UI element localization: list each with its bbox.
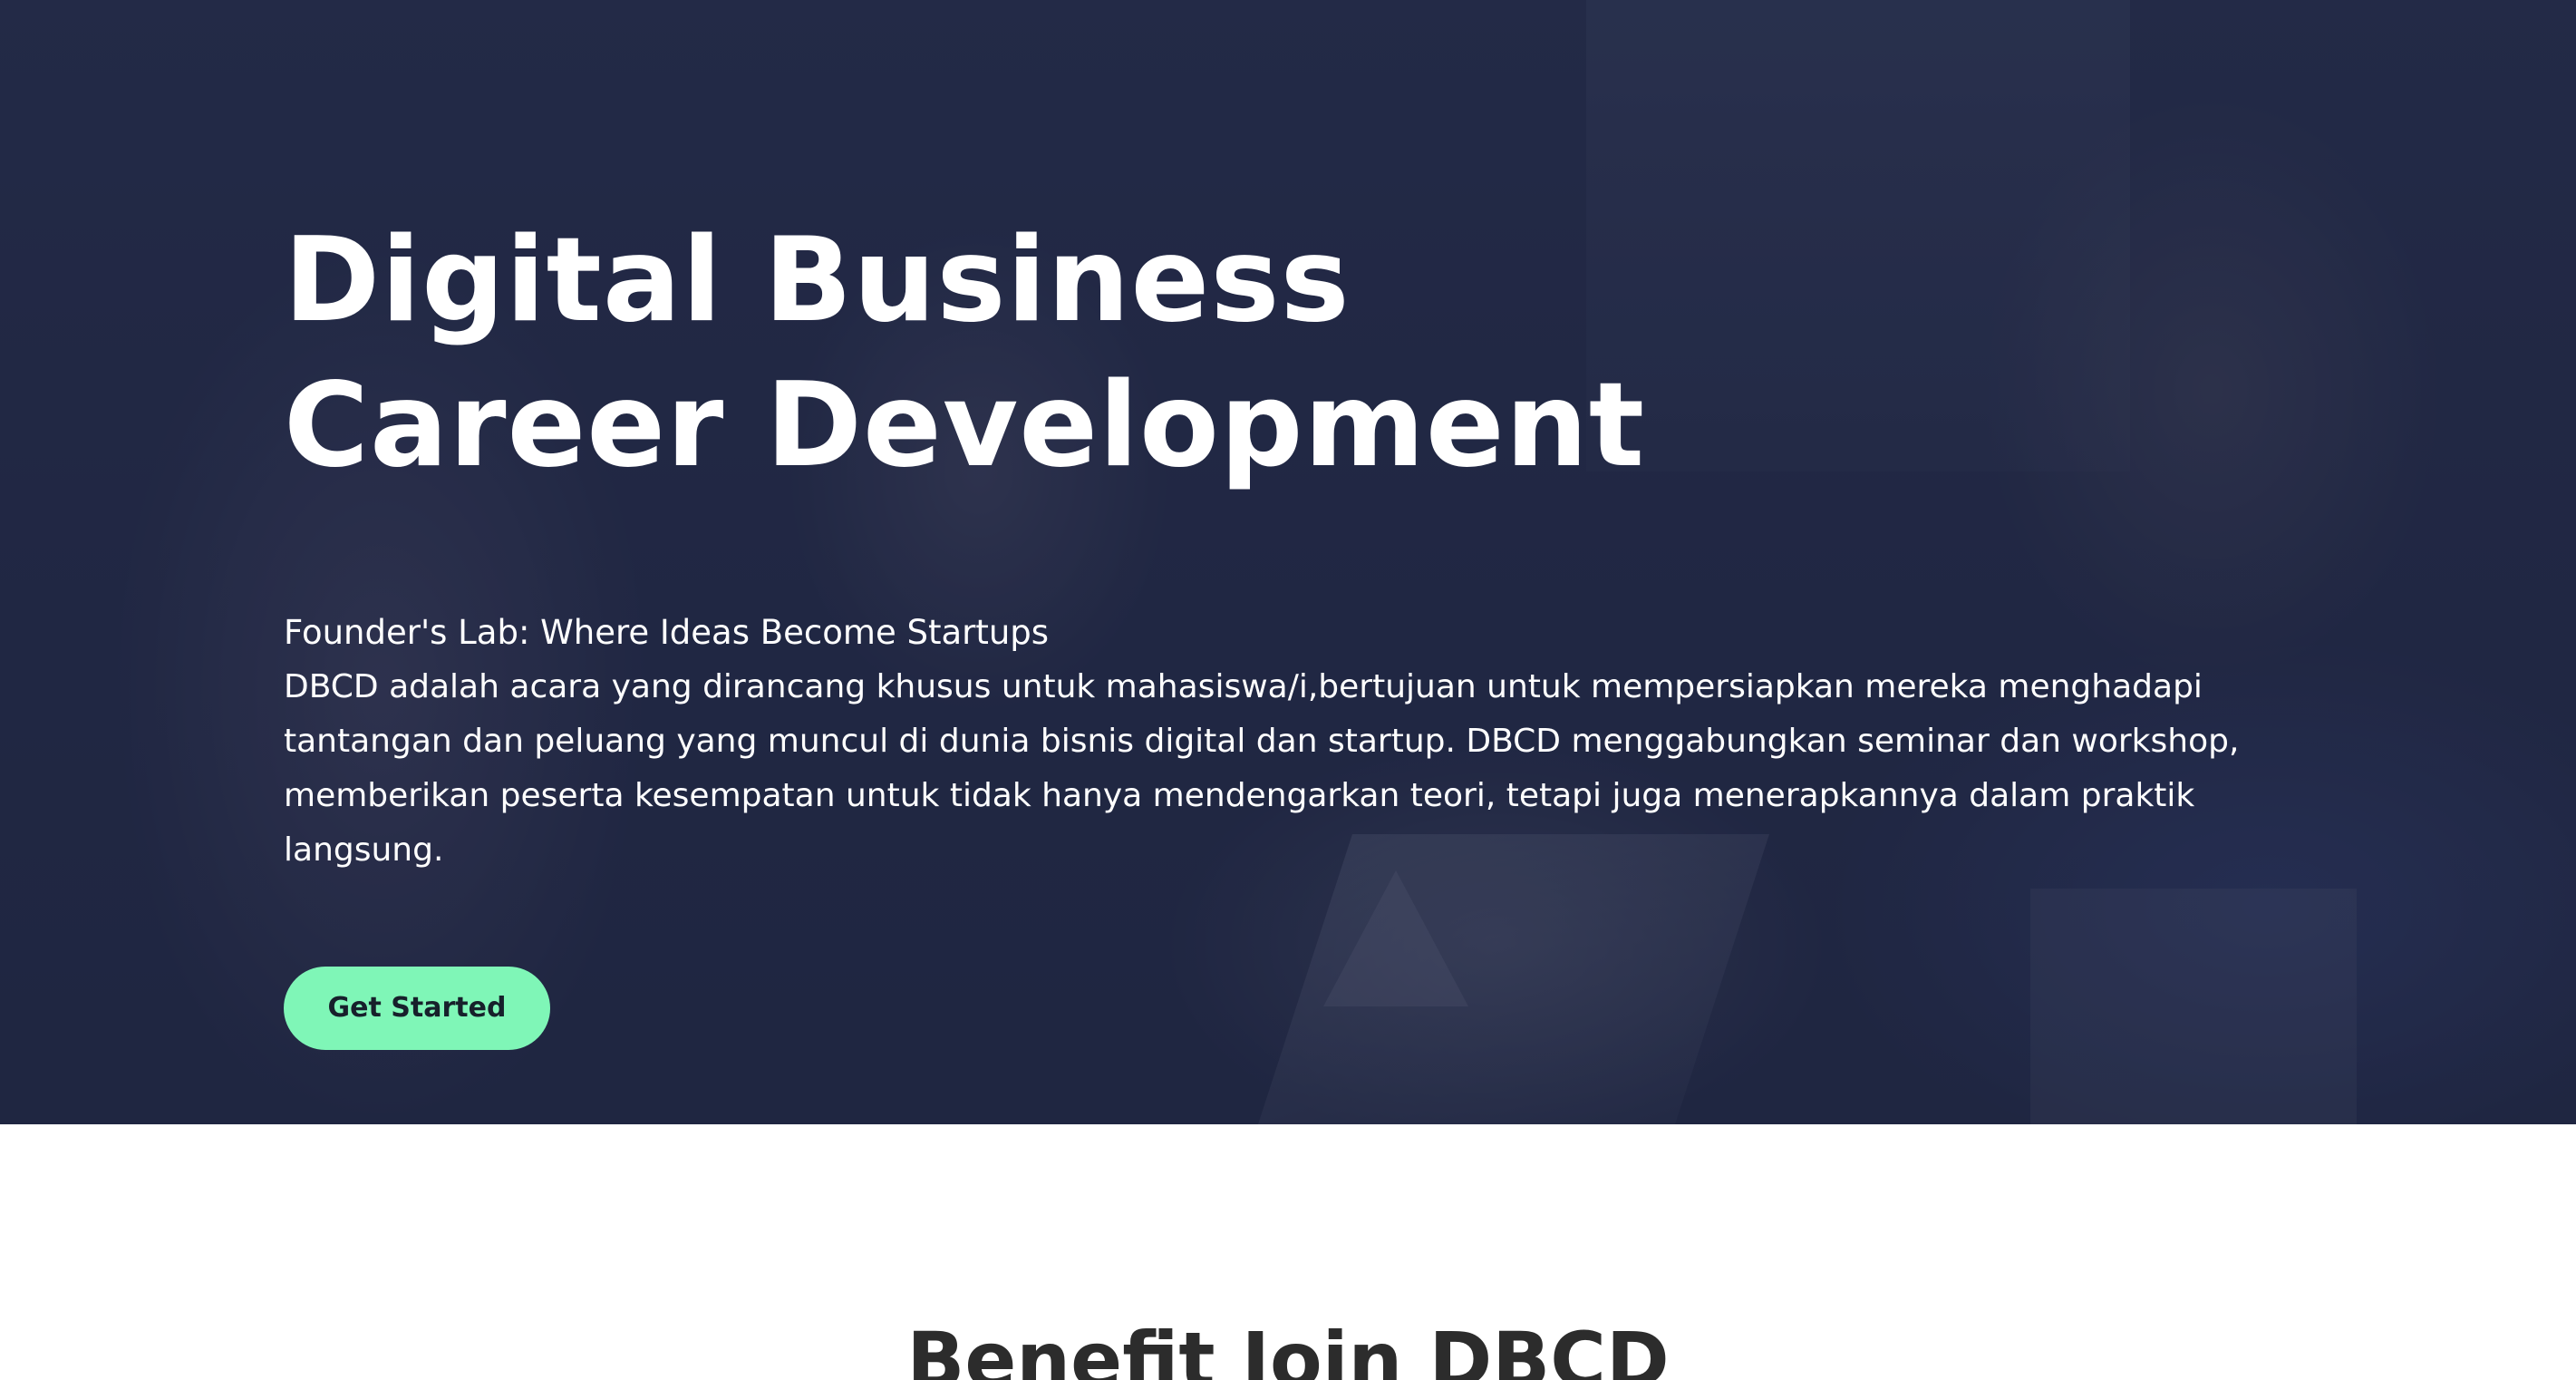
- hero-subtitle: Founder's Lab: Where Ideas Become Startu…: [284, 613, 1050, 652]
- hero-section: Digital Business Career Development Foun…: [0, 0, 2576, 1124]
- get-started-button[interactable]: Get Started: [284, 967, 550, 1050]
- benefit-heading: Benefit Join DBCD: [906, 1316, 1670, 1380]
- benefit-section: Benefit Join DBCD: [0, 1124, 2576, 1380]
- hero-title: Digital Business Career Development: [284, 209, 2323, 499]
- hero-description: DBCD adalah acara yang dirancang khusus …: [284, 668, 2240, 869]
- hero-title-line-1: Digital Business: [284, 213, 1351, 348]
- hero-content: Digital Business Career Development Foun…: [284, 209, 2323, 1050]
- hero-title-line-2: Career Development: [284, 358, 1645, 493]
